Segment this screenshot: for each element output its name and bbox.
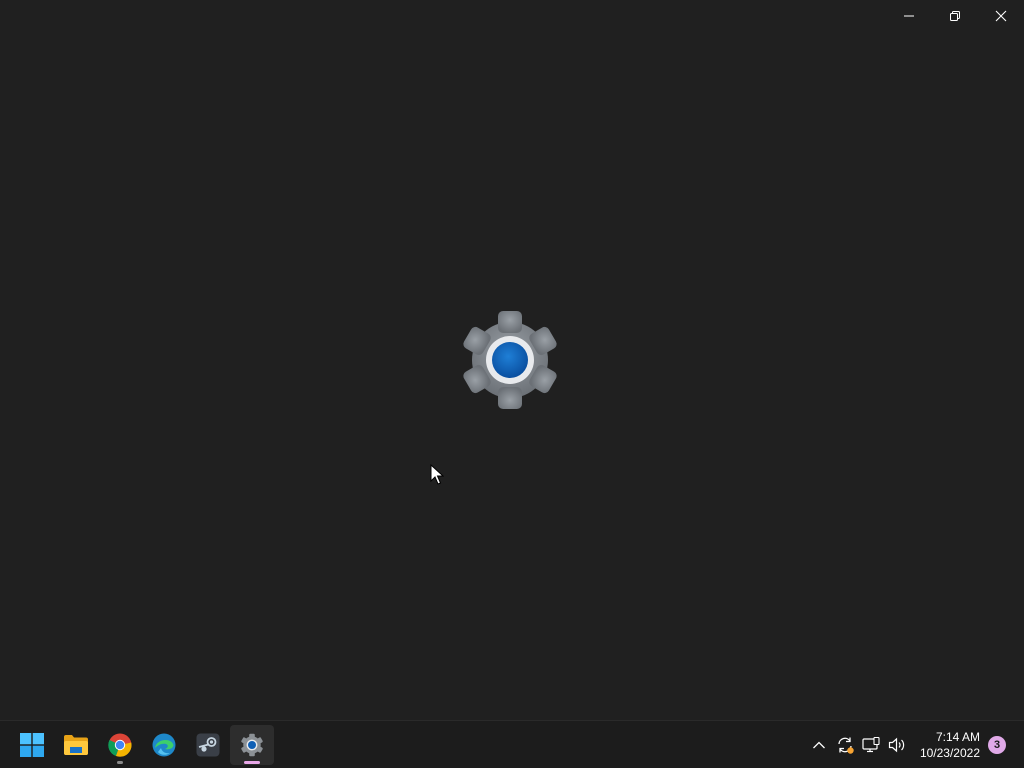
active-indicator [244,761,260,764]
restore-icon [950,11,960,21]
steam-button[interactable] [186,725,230,765]
file-explorer-button[interactable] [54,725,98,765]
minimize-icon [904,15,914,17]
mouse-cursor-icon [430,464,444,485]
edge-icon [152,733,176,757]
notification-badge[interactable]: 3 [988,736,1006,754]
sync-icon [838,737,854,754]
chrome-button[interactable] [98,725,142,765]
sync-status-button[interactable] [832,729,858,761]
taskbar: 7:14 AM 10/23/2022 3 [0,720,1024,768]
settings-gear-icon [241,733,263,757]
running-indicator [117,761,123,764]
folder-icon [64,735,88,755]
taskbar-apps [10,721,274,768]
network-icon [862,737,880,753]
close-icon [995,10,1007,22]
clock-date: 10/23/2022 [919,746,980,760]
restore-button[interactable] [932,0,978,32]
chrome-icon [108,733,132,757]
network-button[interactable] [858,729,884,761]
minimize-button[interactable] [886,0,932,32]
windows-logo-icon [20,733,44,757]
settings-button[interactable] [230,725,274,765]
taskbar-clock[interactable]: 7:14 AM 10/23/2022 [920,729,980,761]
close-button[interactable] [978,0,1024,32]
show-hidden-icons-button[interactable] [806,729,832,761]
desktop-screen: 7:14 AM 10/23/2022 3 [0,0,1024,768]
start-button[interactable] [10,725,54,765]
volume-icon [888,737,905,753]
volume-button[interactable] [884,729,910,761]
system-tray: 7:14 AM 10/23/2022 3 [806,721,1024,768]
steam-icon [196,733,220,757]
window-caption-buttons [886,0,1024,32]
clock-time: 7:14 AM [935,730,980,744]
settings-splash-window [0,0,1024,720]
chevron-up-icon [812,741,825,749]
settings-gear-icon [463,311,557,409]
edge-button[interactable] [142,725,186,765]
